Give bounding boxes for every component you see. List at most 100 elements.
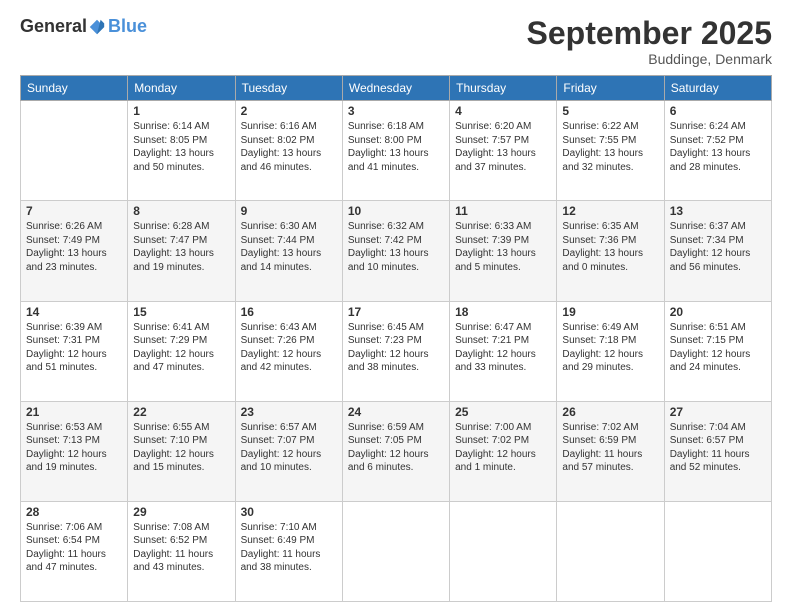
calendar-cell: 26 Sunrise: 7:02 AM Sunset: 6:59 PM Dayli… — [557, 401, 664, 501]
calendar-header-friday: Friday — [557, 76, 664, 101]
day-info: Sunrise: 7:04 AM Sunset: 6:57 PM Dayligh… — [670, 421, 766, 475]
calendar-cell: 2Sunrise: 6:16 AM Sunset: 8:02 PM Daylig… — [235, 101, 342, 201]
calendar-cell — [557, 501, 664, 601]
day-number: 25 — [455, 405, 551, 419]
day-info: Sunrise: 7:02 AM Sunset: 6:59 PM Dayligh… — [562, 421, 658, 475]
calendar-cell: 24 Sunrise: 6:59 AM Sunset: 7:05 PM Dayli… — [342, 401, 449, 501]
calendar-header-tuesday: Tuesday — [235, 76, 342, 101]
calendar-header-saturday: Saturday — [664, 76, 771, 101]
calendar-cell: 6 Sunrise: 6:24 AM Sunset: 7:52 PM Daylig… — [664, 101, 771, 201]
logo-blue: Blue — [108, 16, 147, 37]
day-number: 11 — [455, 204, 551, 218]
calendar-cell: 9 Sunrise: 6:30 AM Sunset: 7:44 PM Daylig… — [235, 201, 342, 301]
day-info: Sunrise: 6:16 AM Sunset: 8:02 PM Dayligh… — [241, 120, 337, 174]
day-info: Sunrise: 6:14 AM Sunset: 8:05 PM Dayligh… — [133, 120, 229, 174]
calendar-cell — [342, 501, 449, 601]
calendar-cell: 19 Sunrise: 6:49 AM Sunset: 7:18 PM Dayli… — [557, 301, 664, 401]
day-number: 14 — [26, 305, 122, 319]
calendar-cell: 21Sunrise: 6:53 AM Sunset: 7:13 PM Dayli… — [21, 401, 128, 501]
calendar-cell: 14 Sunrise: 6:39 AM Sunset: 7:31 PM Dayli… — [21, 301, 128, 401]
calendar-week-0: 1 Sunrise: 6:14 AM Sunset: 8:05 PM Daylig… — [21, 101, 772, 201]
calendar-header-wednesday: Wednesday — [342, 76, 449, 101]
day-number: 28 — [26, 505, 122, 519]
calendar-cell: 5 Sunrise: 6:22 AM Sunset: 7:55 PM Daylig… — [557, 101, 664, 201]
page: General Blue September 2025 Buddinge, De… — [0, 0, 792, 612]
calendar-cell: 22 Sunrise: 6:55 AM Sunset: 7:10 PM Dayli… — [128, 401, 235, 501]
day-info: Sunrise: 6:37 AM Sunset: 7:34 PM Dayligh… — [670, 220, 766, 274]
calendar-cell — [664, 501, 771, 601]
day-number: 30 — [241, 505, 337, 519]
calendar-week-2: 14 Sunrise: 6:39 AM Sunset: 7:31 PM Dayli… — [21, 301, 772, 401]
day-number: 12 — [562, 204, 658, 218]
calendar-cell: 11 Sunrise: 6:33 AM Sunset: 7:39 PM Dayli… — [450, 201, 557, 301]
calendar-cell: 25 Sunrise: 7:00 AM Sunset: 7:02 PM Dayli… — [450, 401, 557, 501]
day-info: Sunrise: 6:24 AM Sunset: 7:52 PM Dayligh… — [670, 120, 766, 174]
day-number: 8 — [133, 204, 229, 218]
day-info: Sunrise: 6:45 AM Sunset: 7:23 PM Dayligh… — [348, 321, 444, 375]
day-info: Sunrise: 6:59 AM Sunset: 7:05 PM Dayligh… — [348, 421, 444, 475]
day-number: 5 — [562, 104, 658, 118]
calendar-header-row: SundayMondayTuesdayWednesdayThursdayFrid… — [21, 76, 772, 101]
day-number: 16 — [241, 305, 337, 319]
calendar-header-thursday: Thursday — [450, 76, 557, 101]
calendar-cell: 27 Sunrise: 7:04 AM Sunset: 6:57 PM Dayli… — [664, 401, 771, 501]
day-info: Sunrise: 6:28 AM Sunset: 7:47 PM Dayligh… — [133, 220, 229, 274]
header: General Blue September 2025 Buddinge, De… — [20, 16, 772, 67]
day-number: 17 — [348, 305, 444, 319]
day-number: 1 — [133, 104, 229, 118]
calendar-cell: 20 Sunrise: 6:51 AM Sunset: 7:15 PM Dayli… — [664, 301, 771, 401]
day-info: Sunrise: 6:22 AM Sunset: 7:55 PM Dayligh… — [562, 120, 658, 174]
day-number: 10 — [348, 204, 444, 218]
day-info: Sunrise: 6:39 AM Sunset: 7:31 PM Dayligh… — [26, 321, 122, 375]
calendar-cell: 15 Sunrise: 6:41 AM Sunset: 7:29 PM Dayli… — [128, 301, 235, 401]
logo-icon — [88, 18, 106, 36]
day-info: Sunrise: 6:32 AM Sunset: 7:42 PM Dayligh… — [348, 220, 444, 274]
day-number: 26 — [562, 405, 658, 419]
calendar-cell: 3 Sunrise: 6:18 AM Sunset: 8:00 PM Daylig… — [342, 101, 449, 201]
day-info: Sunrise: 7:06 AM Sunset: 6:54 PM Dayligh… — [26, 521, 122, 575]
day-info: Sunrise: 6:33 AM Sunset: 7:39 PM Dayligh… — [455, 220, 551, 274]
day-number: 13 — [670, 204, 766, 218]
day-info: Sunrise: 6:49 AM Sunset: 7:18 PM Dayligh… — [562, 321, 658, 375]
day-number: 20 — [670, 305, 766, 319]
calendar-cell: 23Sunrise: 6:57 AM Sunset: 7:07 PM Dayli… — [235, 401, 342, 501]
day-info: Sunrise: 6:57 AM Sunset: 7:07 PM Dayligh… — [241, 421, 337, 475]
day-number: 21 — [26, 405, 122, 419]
calendar-cell: 1 Sunrise: 6:14 AM Sunset: 8:05 PM Daylig… — [128, 101, 235, 201]
calendar-cell: 4Sunrise: 6:20 AM Sunset: 7:57 PM Daylig… — [450, 101, 557, 201]
day-number: 22 — [133, 405, 229, 419]
day-number: 3 — [348, 104, 444, 118]
calendar-cell: 17 Sunrise: 6:45 AM Sunset: 7:23 PM Dayli… — [342, 301, 449, 401]
calendar-cell: 12Sunrise: 6:35 AM Sunset: 7:36 PM Dayli… — [557, 201, 664, 301]
day-number: 6 — [670, 104, 766, 118]
day-info: Sunrise: 6:41 AM Sunset: 7:29 PM Dayligh… — [133, 321, 229, 375]
logo-general: General — [20, 16, 87, 37]
calendar-cell: 16 Sunrise: 6:43 AM Sunset: 7:26 PM Dayli… — [235, 301, 342, 401]
calendar-cell — [21, 101, 128, 201]
calendar-cell: 8 Sunrise: 6:28 AM Sunset: 7:47 PM Daylig… — [128, 201, 235, 301]
day-info: Sunrise: 6:43 AM Sunset: 7:26 PM Dayligh… — [241, 321, 337, 375]
day-number: 24 — [348, 405, 444, 419]
day-info: Sunrise: 7:00 AM Sunset: 7:02 PM Dayligh… — [455, 421, 551, 475]
title-block: September 2025 Buddinge, Denmark — [527, 16, 772, 67]
day-info: Sunrise: 6:18 AM Sunset: 8:00 PM Dayligh… — [348, 120, 444, 174]
calendar-cell: 30 Sunrise: 7:10 AM Sunset: 6:49 PM Dayli… — [235, 501, 342, 601]
calendar-cell: 29Sunrise: 7:08 AM Sunset: 6:52 PM Dayli… — [128, 501, 235, 601]
main-title: September 2025 — [527, 16, 772, 51]
day-info: Sunrise: 6:51 AM Sunset: 7:15 PM Dayligh… — [670, 321, 766, 375]
calendar: SundayMondayTuesdayWednesdayThursdayFrid… — [20, 75, 772, 602]
calendar-cell: 28 Sunrise: 7:06 AM Sunset: 6:54 PM Dayli… — [21, 501, 128, 601]
calendar-cell: 10 Sunrise: 6:32 AM Sunset: 7:42 PM Dayli… — [342, 201, 449, 301]
day-info: Sunrise: 7:08 AM Sunset: 6:52 PM Dayligh… — [133, 521, 229, 575]
calendar-cell: 13 Sunrise: 6:37 AM Sunset: 7:34 PM Dayli… — [664, 201, 771, 301]
day-number: 19 — [562, 305, 658, 319]
day-number: 27 — [670, 405, 766, 419]
day-number: 4 — [455, 104, 551, 118]
calendar-cell: 7Sunrise: 6:26 AM Sunset: 7:49 PM Daylig… — [21, 201, 128, 301]
day-number: 9 — [241, 204, 337, 218]
day-info: Sunrise: 6:55 AM Sunset: 7:10 PM Dayligh… — [133, 421, 229, 475]
day-info: Sunrise: 7:10 AM Sunset: 6:49 PM Dayligh… — [241, 521, 337, 575]
day-number: 18 — [455, 305, 551, 319]
day-info: Sunrise: 6:30 AM Sunset: 7:44 PM Dayligh… — [241, 220, 337, 274]
day-number: 15 — [133, 305, 229, 319]
